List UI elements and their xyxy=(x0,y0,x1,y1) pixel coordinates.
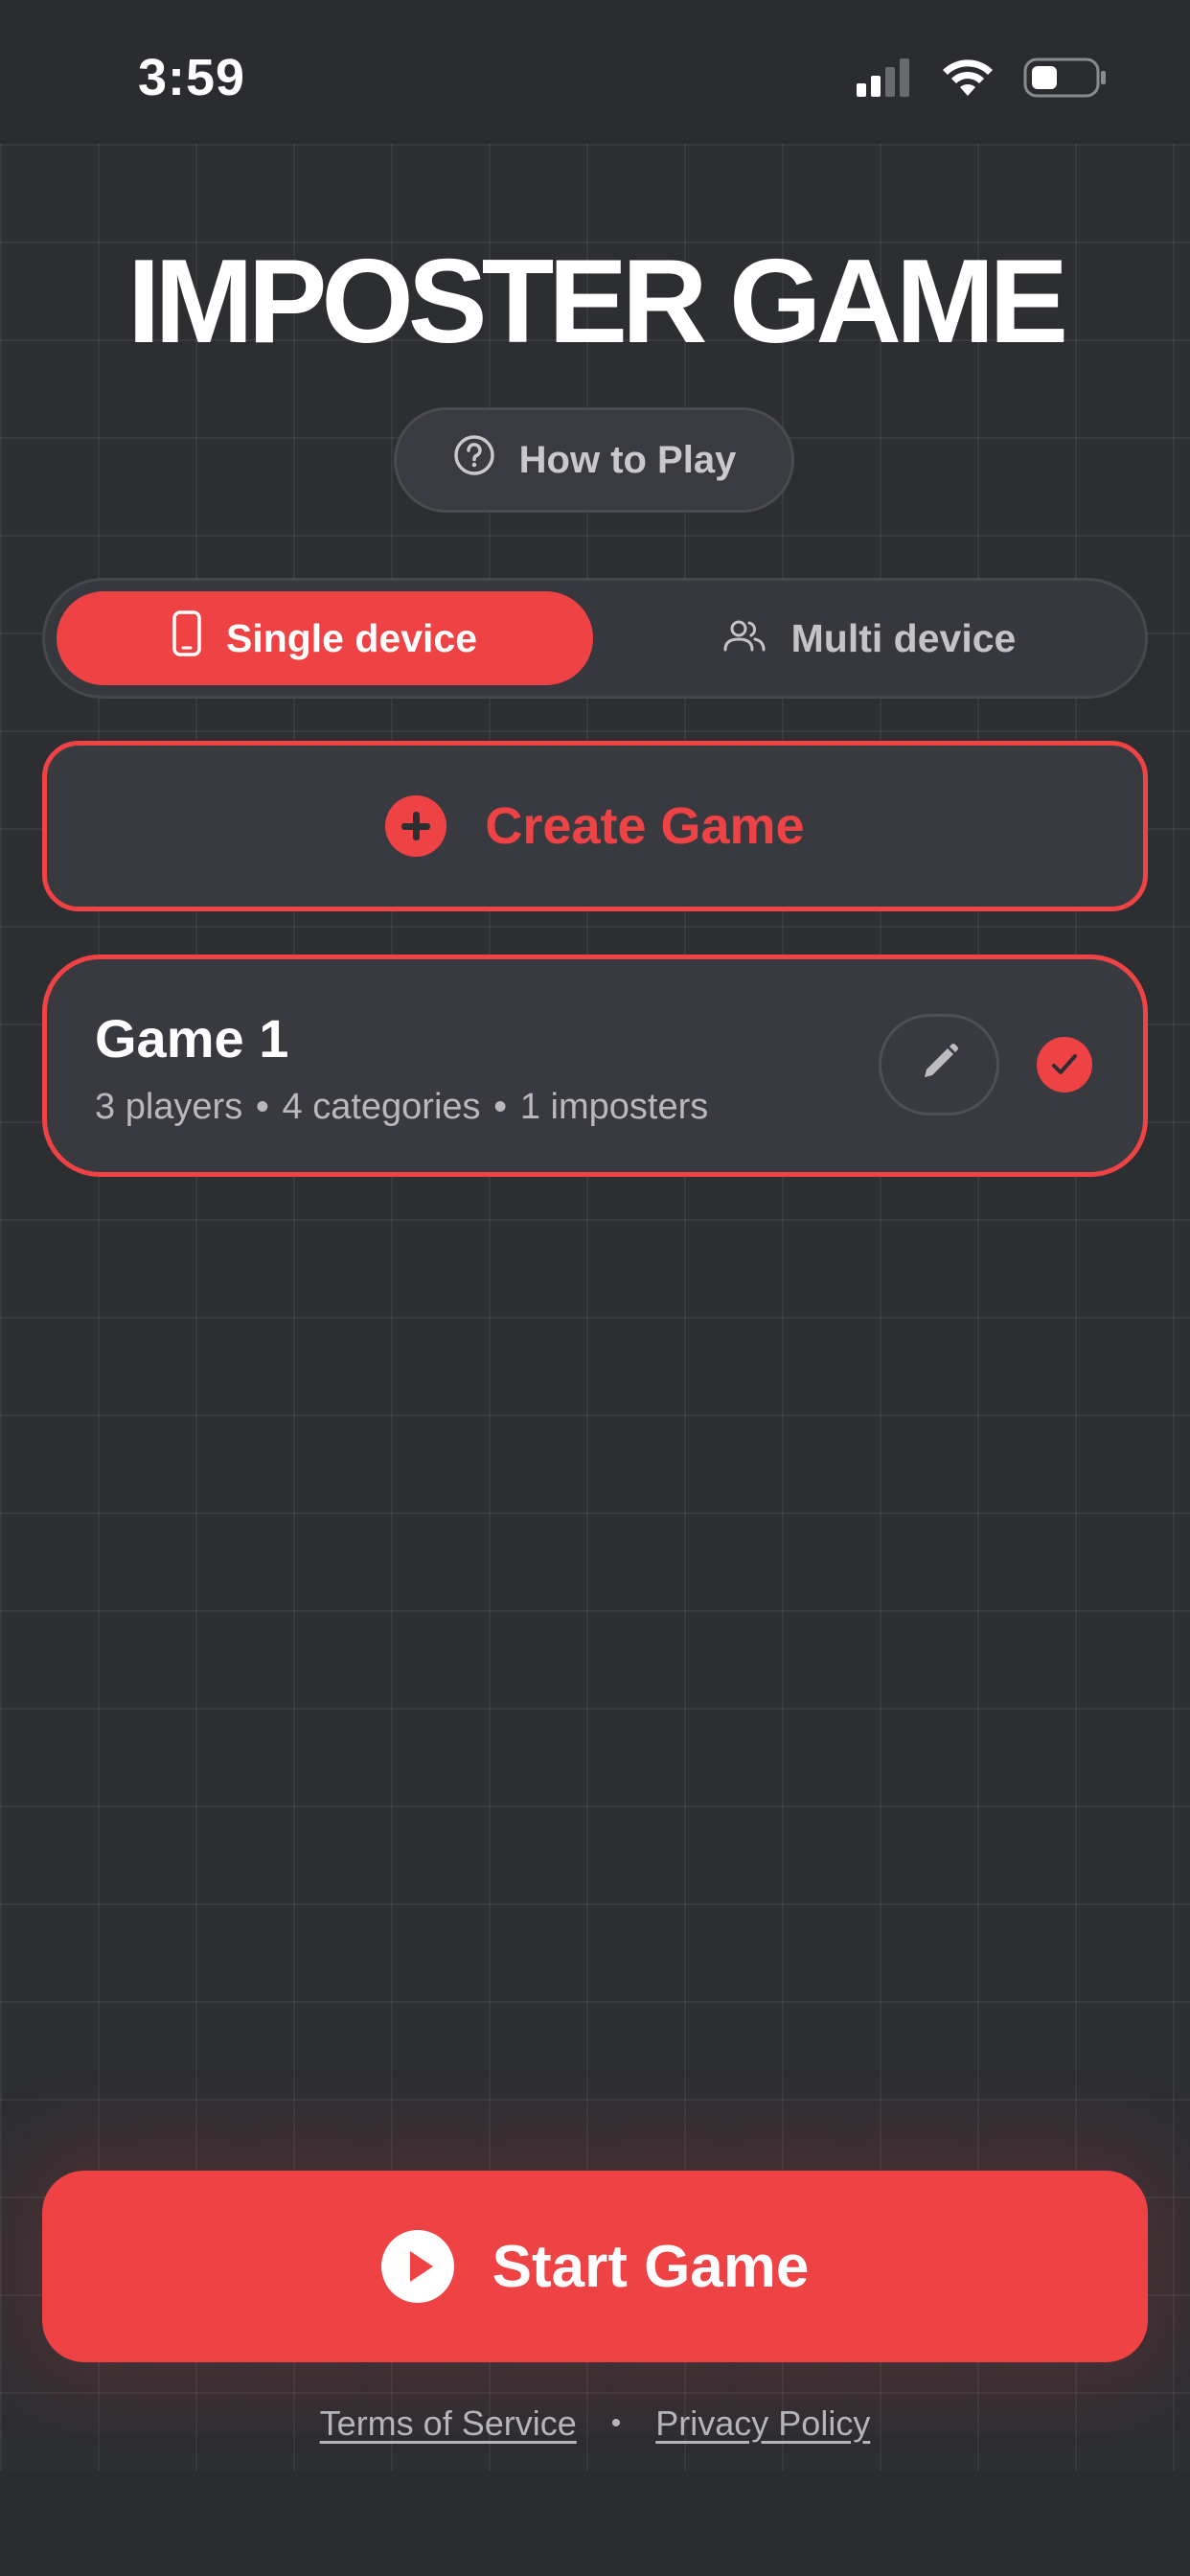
single-device-label: Single device xyxy=(225,615,478,660)
start-game-label: Start Game xyxy=(492,2233,810,2300)
status-bar: 3:59 xyxy=(0,0,1190,144)
cellular-signal-icon xyxy=(857,58,912,102)
battery-icon xyxy=(1023,58,1108,103)
question-circle-icon xyxy=(452,433,496,487)
pencil-icon xyxy=(916,1040,962,1091)
device-mode-selector: Single device Multi device xyxy=(42,578,1148,699)
game-card[interactable]: Game 1 3 players • 4 categories • 1 imposter… xyxy=(42,954,1148,1177)
details-separator: • xyxy=(493,1087,507,1127)
start-game-button[interactable]: Start Game xyxy=(42,2171,1148,2362)
footer-separator: • xyxy=(610,2407,622,2439)
status-time: 3:59 xyxy=(138,49,246,106)
how-to-play-button[interactable]: How to Play xyxy=(394,407,794,513)
play-circle-icon xyxy=(380,2230,454,2303)
wifi-icon xyxy=(941,58,995,103)
details-separator: • xyxy=(256,1087,269,1127)
status-icons xyxy=(857,58,1108,103)
users-icon xyxy=(722,616,767,661)
multi-device-label: Multi device xyxy=(790,615,1017,660)
footer-links: Terms of Service • Privacy Policy xyxy=(0,2404,1190,2444)
game-name: Game 1 xyxy=(95,1008,289,1069)
page-title: IMPOSTER GAME xyxy=(126,236,1068,368)
game-categories: 4 categories xyxy=(282,1087,481,1127)
plus-circle-icon xyxy=(385,795,447,857)
create-game-button[interactable]: Create Game xyxy=(42,741,1148,911)
privacy-policy-link[interactable]: Privacy Policy xyxy=(655,2404,870,2444)
single-device-option[interactable]: Single device xyxy=(57,591,593,685)
bottom-safe-area xyxy=(0,2471,1190,2576)
how-to-play-label: How to Play xyxy=(518,438,737,481)
game-details: 3 players • 4 categories • 1 imposters xyxy=(95,1087,708,1128)
selected-check-icon[interactable] xyxy=(1037,1037,1092,1092)
game-players: 3 players xyxy=(95,1087,243,1127)
phone-icon xyxy=(172,610,201,666)
game-imposters: 1 imposters xyxy=(519,1087,709,1127)
create-game-label: Create Game xyxy=(485,797,805,855)
terms-of-service-link[interactable]: Terms of Service xyxy=(320,2404,577,2444)
multi-device-option[interactable]: Multi device xyxy=(601,591,1137,685)
edit-game-button[interactable] xyxy=(879,1014,999,1116)
